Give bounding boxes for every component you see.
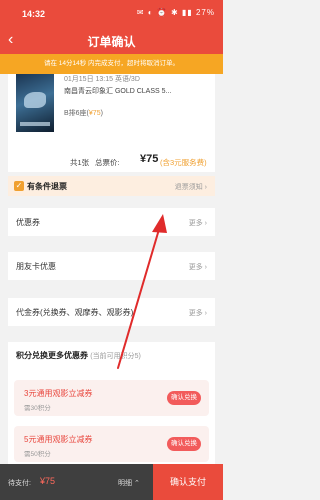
seat-close: ) [100,110,103,117]
points-heading: 积分兑换更多优惠券 (当前可用积分5) [16,350,141,361]
points-title: 积分兑换更多优惠券 [16,351,88,360]
seat-price: ¥75 [88,110,101,117]
coupon-label: 优惠券 [16,218,40,227]
voucher-row[interactable]: 代金券(兑换券、观摩券、观影券) 更多 › [8,298,215,326]
coupon-more-link[interactable]: 更多 › [189,218,207,228]
price-detail-toggle[interactable]: 明细 ⌃ [118,478,140,488]
points-balance: (当前可用积分5) [90,353,141,360]
total-label: 总票价: [95,158,120,167]
order-summary: 共1张 总票价: ¥75 (含3元服务费) [8,150,215,172]
refund-policy-link[interactable]: 退票须知 › [175,182,207,192]
service-fee-note: (含3元服务费) [160,158,207,167]
friend-card-row[interactable]: 朋友卡优惠 更多 › [8,252,215,280]
refund-checkbox-icon[interactable]: ✓ [14,181,24,191]
status-icons: ✉ ◐ ⏰ ✱ ▮▮ 27% [136,8,215,17]
exchange-coupon-name: 3元通用观影立减券 [24,389,93,398]
voucher-more-link[interactable]: 更多 › [189,308,207,318]
payment-countdown-notice: 请在 14分14秒 内完成支付，超时将取消订单。 [0,54,223,74]
confirm-exchange-button[interactable]: 确认兑换 [167,391,201,405]
pay-label: 待支付: [8,480,31,487]
points-exchange-section: 积分兑换更多优惠券 (当前可用积分5) 3元通用观影立减券 需30积分 确认兑换… [8,342,215,464]
exchange-coupon-cost: 需30积分 [24,405,51,412]
exchange-item: 5元通用观影立减券 需50积分 确认兑换 [14,426,209,462]
friend-card-more-link[interactable]: 更多 › [189,262,207,272]
movie-poster [16,74,54,132]
exchange-coupon-cost: 需50积分 [24,451,51,458]
ticket-count: 共1张 [70,158,90,167]
refund-option[interactable]: ✓ 有条件退票 退票须知 › [8,176,215,196]
voucher-label: 代金券(兑换券、观摩券、观影券) [16,308,134,317]
friend-card-label: 朋友卡优惠 [16,262,56,271]
exchange-item: 3元通用观影立减券 需30积分 确认兑换 [14,380,209,416]
coupon-row[interactable]: 优惠券 更多 › [8,208,215,236]
status-bar: 14:32 ✉ ◐ ⏰ ✱ ▮▮ 27% [0,0,223,27]
refund-label: 有条件退票 [27,182,67,191]
seat-label: B排6座( [64,110,89,117]
confirm-payment-button[interactable]: 确认支付 [153,464,223,500]
total-price: ¥75 [140,153,159,165]
nav-bar: ‹ 订单确认 [0,27,223,54]
confirm-exchange-button[interactable]: 确认兑换 [167,437,201,451]
payment-bar: 待支付: ¥75 明细 ⌃ 确认支付 [0,464,223,500]
movie-card: 01月15日 13:15 英语/3D 南昌青云印象汇 GOLD CLASS 5.… [8,74,215,150]
exchange-coupon-name: 5元通用观影立减券 [24,435,93,444]
pay-amount: ¥75 [40,476,56,486]
seat-info: B排6座(¥75) [64,108,103,118]
movie-showtime: 01月15日 13:15 英语/3D [64,76,140,83]
cinema-name: 南昌青云印象汇 GOLD CLASS 5... [64,88,172,95]
status-time: 14:32 [22,9,46,19]
page-title: 订单确认 [87,35,136,49]
